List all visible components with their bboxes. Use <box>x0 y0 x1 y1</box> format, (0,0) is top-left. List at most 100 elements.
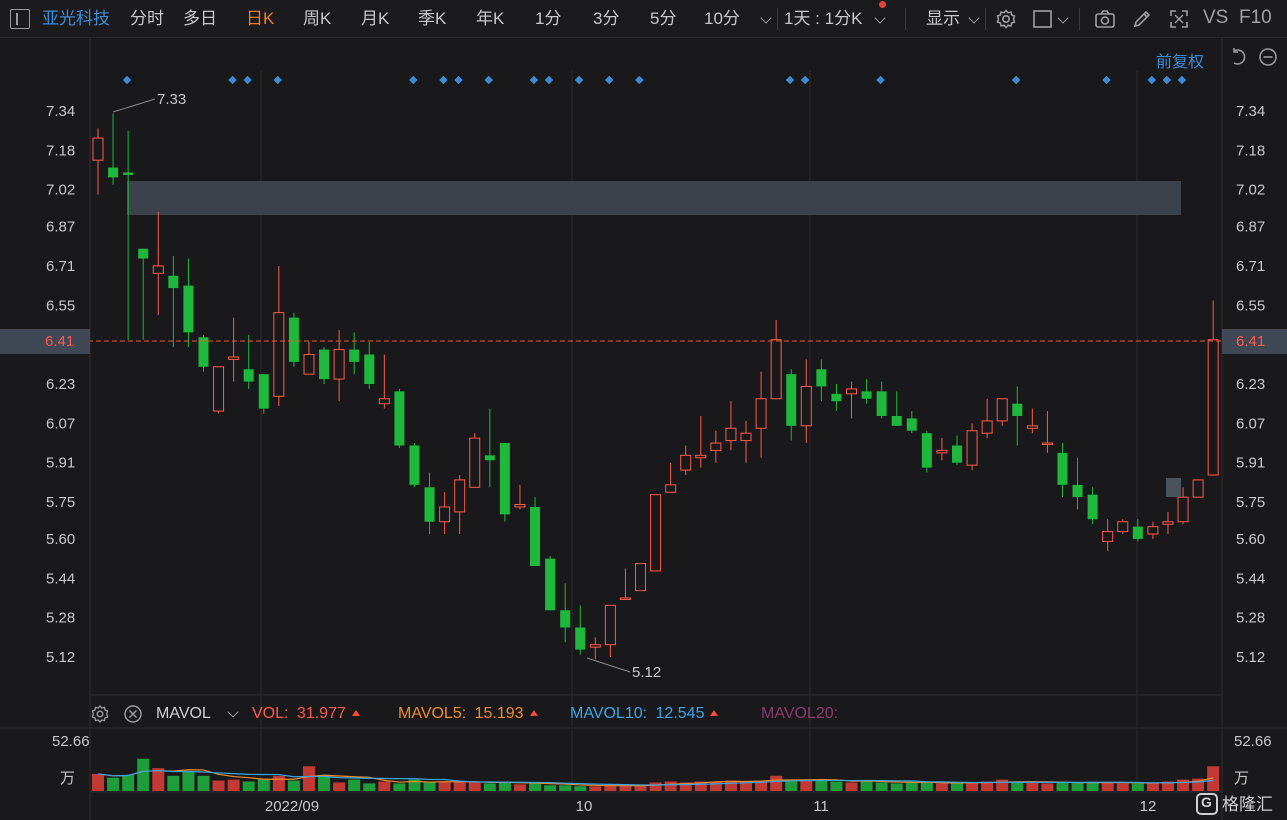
mavol-close-icon[interactable] <box>123 704 143 724</box>
event-marker <box>484 75 493 85</box>
price-tick-left: 5.91 <box>46 455 75 472</box>
candle-body <box>936 449 948 454</box>
candle-body <box>364 354 375 384</box>
volume-bar <box>513 784 526 791</box>
mavol5-label: MAVOL5: <box>398 705 467 722</box>
current-price-line: 6.41 6.41 <box>0 329 1287 354</box>
price-tick-left: 6.87 <box>46 219 75 236</box>
volume-bar <box>1101 782 1114 791</box>
candle-body <box>273 312 285 397</box>
price-tick-right: 5.44 <box>1236 570 1265 587</box>
volume-bar <box>1011 782 1024 791</box>
volume-bar <box>1146 783 1159 791</box>
price-tick-right: 5.75 <box>1236 494 1265 511</box>
volume-bar <box>785 781 798 791</box>
volume-bar <box>423 782 436 791</box>
price-axis-right: 7.34 7.18 7.02 6.87 6.71 6.55 6.23 6.07 5.91 5.75… <box>1236 103 1265 666</box>
event-marker <box>604 75 614 85</box>
volume-unit-left: 万 <box>60 770 75 787</box>
price-tick-right: 6.23 <box>1236 376 1265 393</box>
candle-body <box>891 415 902 426</box>
date-label: 2022/09 <box>265 798 319 815</box>
event-marker <box>454 75 463 85</box>
volume-bar <box>1056 782 1069 791</box>
candle-body <box>108 167 119 178</box>
volume-bar <box>664 781 677 791</box>
price-tick-left: 7.34 <box>46 103 75 120</box>
volume-bar <box>333 782 346 791</box>
price-tick-left: 7.02 <box>46 182 75 199</box>
volume-bar <box>92 773 104 791</box>
price-tick-left: 7.18 <box>46 142 75 159</box>
candle-body <box>966 430 978 466</box>
candle-body <box>198 337 209 367</box>
candle-body <box>424 487 435 522</box>
mavol-legend: MAVOL VOL: 31.977 MAVOL5: 15.193 MAVOL10… <box>0 700 1287 728</box>
candle-body <box>123 172 134 175</box>
date-label: 11 <box>813 798 829 815</box>
volume-bar <box>1116 783 1129 791</box>
mavol-chevron-icon[interactable] <box>227 706 239 718</box>
volume-bar <box>197 775 210 791</box>
volume-max-label-left: 52.66 <box>52 733 90 750</box>
date-axis: 2022/09 10 11 12 <box>265 798 1156 815</box>
event-marker <box>409 75 418 85</box>
price-tick-right: 7.02 <box>1236 182 1265 199</box>
candle-body <box>183 285 194 333</box>
candle-body <box>619 597 631 600</box>
candle-body <box>861 391 872 399</box>
candle-body <box>589 644 601 648</box>
fuquan-button[interactable]: 前复权 <box>1156 48 1204 72</box>
volume-bar <box>348 779 361 791</box>
undo-icon[interactable] <box>1228 47 1248 67</box>
volume-bar <box>1071 782 1084 791</box>
volume-bar <box>1026 782 1039 791</box>
candle-body <box>1207 339 1219 476</box>
candle-body <box>243 369 254 382</box>
event-marker <box>785 75 795 85</box>
candle-body <box>394 391 405 446</box>
candle-body <box>454 479 466 513</box>
candle-body <box>92 137 104 161</box>
volume-bar <box>182 771 195 791</box>
volume-bar <box>107 777 120 791</box>
volume-bar <box>1086 782 1099 791</box>
volume-bar <box>574 786 587 791</box>
watermark-text: 格隆汇 <box>1222 795 1273 814</box>
volume-bar <box>242 781 255 791</box>
volume-bar <box>890 783 903 791</box>
candle-body <box>1041 442 1053 446</box>
mavol-title: MAVOL <box>156 705 211 722</box>
volume-bar <box>815 780 828 791</box>
candle-body <box>650 494 662 572</box>
price-tick-left: 6.71 <box>46 258 75 275</box>
volume-bar <box>468 782 481 791</box>
kline-chart[interactable]: 7.34 7.18 7.02 6.87 6.71 6.55 6.23 6.07 5.91 5.75… <box>0 0 1287 820</box>
high-price-label: 7.33 <box>157 91 186 108</box>
candle-body <box>469 437 481 488</box>
volume-bar <box>935 783 948 791</box>
current-price-left: 6.41 <box>45 333 74 350</box>
volume-bar <box>137 758 150 791</box>
event-marker <box>800 75 810 85</box>
candle-body <box>213 366 225 412</box>
candle-body <box>906 418 917 431</box>
volume-bar <box>905 782 918 791</box>
mavol5-up-icon <box>529 710 538 716</box>
candle-body <box>1147 526 1159 535</box>
high-annotation: 7.33 <box>112 91 186 113</box>
zoom-out-icon[interactable] <box>1258 47 1278 67</box>
candle-body <box>288 317 299 362</box>
event-markers <box>122 75 1187 85</box>
price-tick-right: 6.87 <box>1236 219 1265 236</box>
candle-body <box>228 356 240 360</box>
price-tick-right: 5.28 <box>1236 610 1265 627</box>
price-tick-right: 7.34 <box>1236 103 1265 120</box>
mavol-settings-icon[interactable] <box>90 704 110 724</box>
mavol10-value: 12.545 <box>655 705 705 722</box>
price-tick-right: 6.71 <box>1236 258 1265 275</box>
candle-body <box>695 454 707 459</box>
price-tick-right: 5.91 <box>1236 455 1265 472</box>
event-marker <box>529 75 539 85</box>
price-tick-left: 6.23 <box>46 376 75 393</box>
